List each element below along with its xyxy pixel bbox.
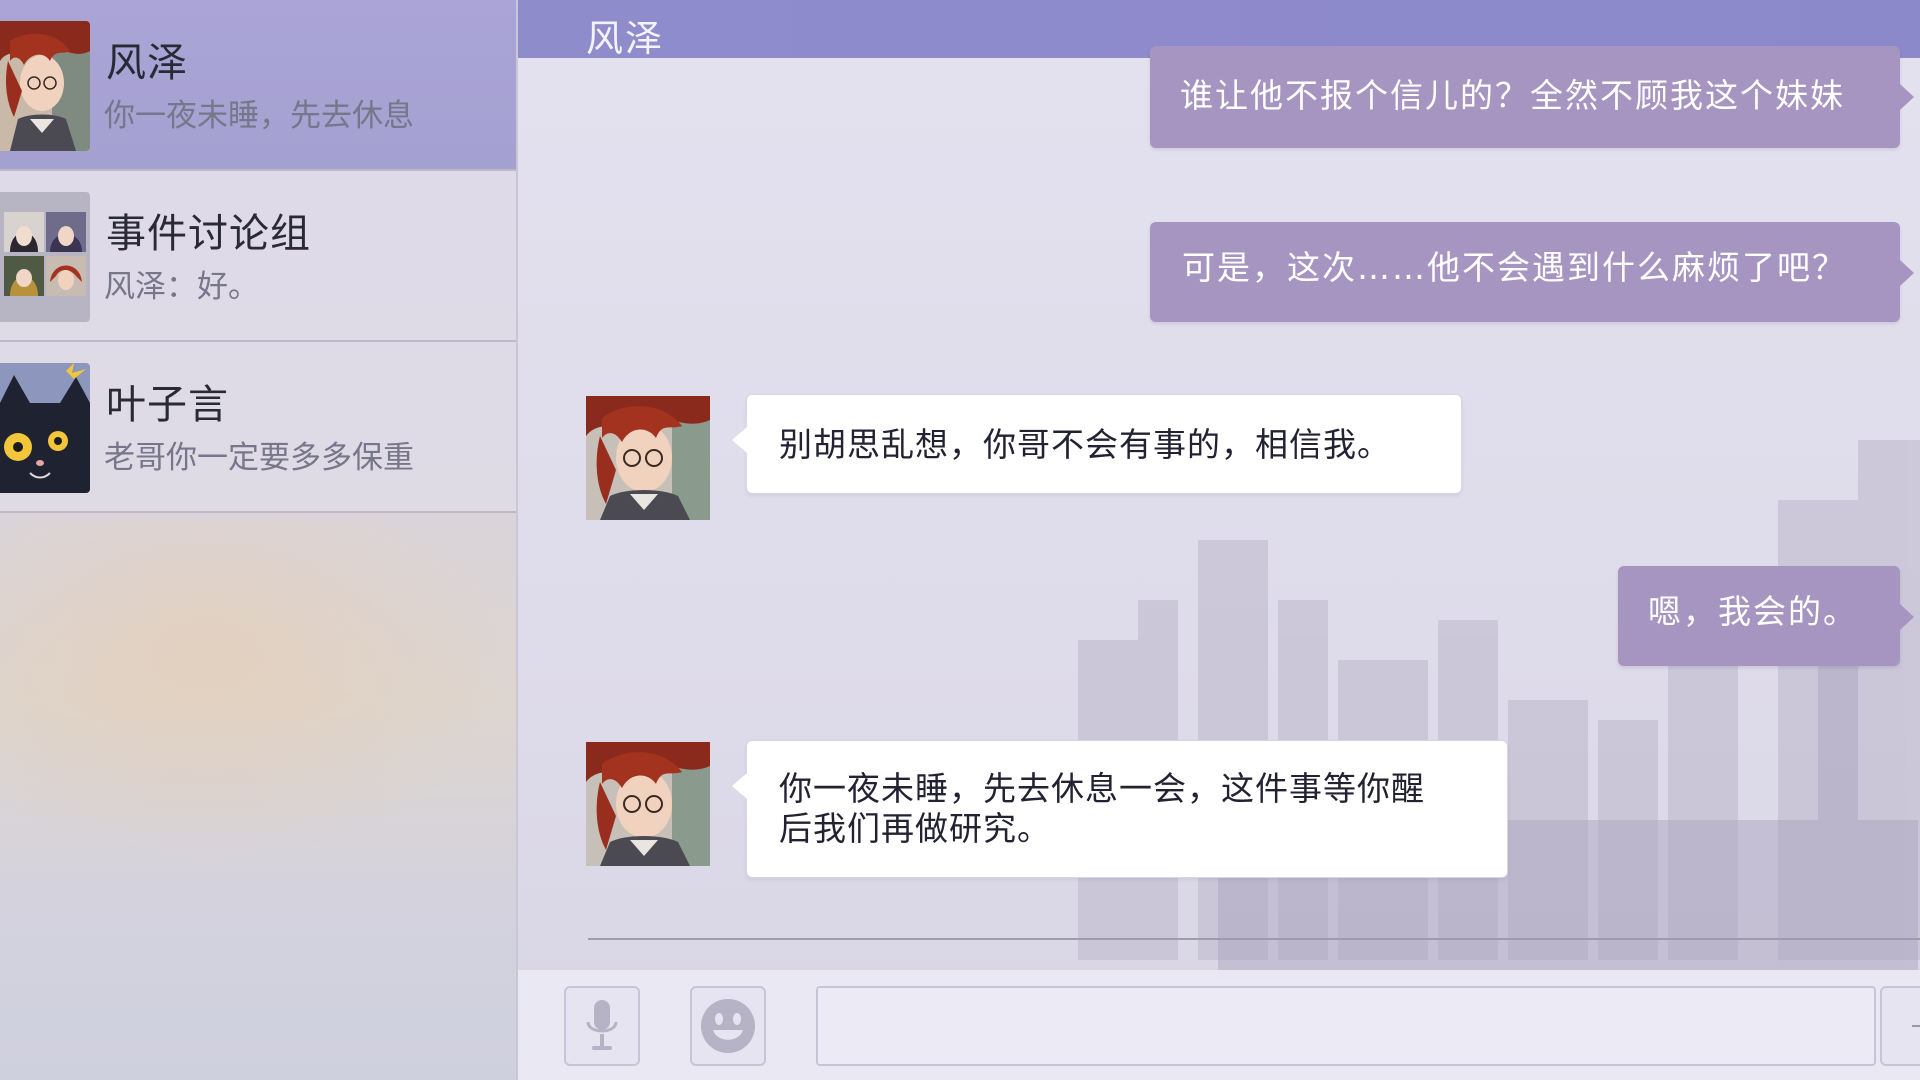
- chat-title: 风泽: [586, 17, 664, 60]
- message-text: 可是，这次……他不会遇到什么麻烦了吧？: [1182, 248, 1847, 287]
- microphone-icon: [586, 1000, 618, 1050]
- message-input-bar: [518, 970, 1920, 1080]
- cat-avatar: [0, 363, 90, 493]
- contact-preview: 风泽：好。: [104, 269, 259, 305]
- contact-preview: 你一夜未睡，先去休息: [104, 98, 414, 134]
- avatar: [0, 21, 90, 151]
- contact-item-fengze[interactable]: 风泽 你一夜未睡，先去休息: [0, 0, 516, 171]
- message-outgoing: 嗯，我会的。: [1618, 566, 1914, 666]
- message-outgoing: 谁让他不报个信儿的？全然不顾我这个妹妹: [1150, 46, 1914, 148]
- message-text: 别胡思乱想，你哥不会有事的，相信我。: [779, 425, 1391, 464]
- message-text: 谁让他不报个信儿的？全然不顾我这个妹妹: [1180, 76, 1845, 115]
- message-outgoing: 可是，这次……他不会遇到什么麻烦了吧？: [1150, 222, 1914, 322]
- message-text: 嗯，我会的。: [1648, 592, 1858, 631]
- city-skyline-background: [1078, 440, 1920, 980]
- contact-item-event-group[interactable]: 事件讨论组 风泽：好。: [0, 171, 516, 342]
- message-text-line: 后我们再做研究。: [779, 809, 1051, 848]
- divider: [588, 938, 1920, 940]
- message-incoming: 你一夜未睡，先去休息一会，这件事等你醒 后我们再做研究。: [732, 740, 1508, 878]
- chat-panel: 风泽 谁让他不报个信儿的？全然不顾我这个妹妹 可是，这次……他不会遇到什么麻烦了…: [518, 0, 1920, 1080]
- message-input[interactable]: [816, 986, 1876, 1066]
- sender-avatar[interactable]: [586, 742, 710, 866]
- emoji-button[interactable]: [690, 986, 766, 1066]
- send-icon: [1912, 1025, 1920, 1027]
- contact-name: 风泽: [106, 40, 188, 86]
- contact-name: 事件讨论组: [106, 211, 311, 257]
- send-button[interactable]: [1880, 986, 1920, 1066]
- contact-name: 叶子言: [106, 382, 229, 428]
- voice-button[interactable]: [564, 986, 640, 1066]
- sender-avatar[interactable]: [586, 396, 710, 520]
- contact-preview: 老哥你一定要多多保重: [104, 440, 414, 476]
- message-incoming: 别胡思乱想，你哥不会有事的，相信我。: [732, 394, 1462, 494]
- contact-list: 风泽 你一夜未睡，先去休息 事件讨论组 风泽：好。 叶子言 老哥你一定要多多保重: [0, 0, 518, 1080]
- message-text-line: 你一夜未睡，先去休息一会，这件事等你醒: [779, 769, 1425, 808]
- chat-app: 风泽 你一夜未睡，先去休息 事件讨论组 风泽：好。 叶子言 老哥你一定要多多保重…: [0, 0, 1920, 1080]
- contact-item-yeziyan[interactable]: 叶子言 老哥你一定要多多保重: [0, 342, 516, 513]
- group-avatar: [0, 192, 90, 322]
- smiley-icon: [701, 999, 755, 1053]
